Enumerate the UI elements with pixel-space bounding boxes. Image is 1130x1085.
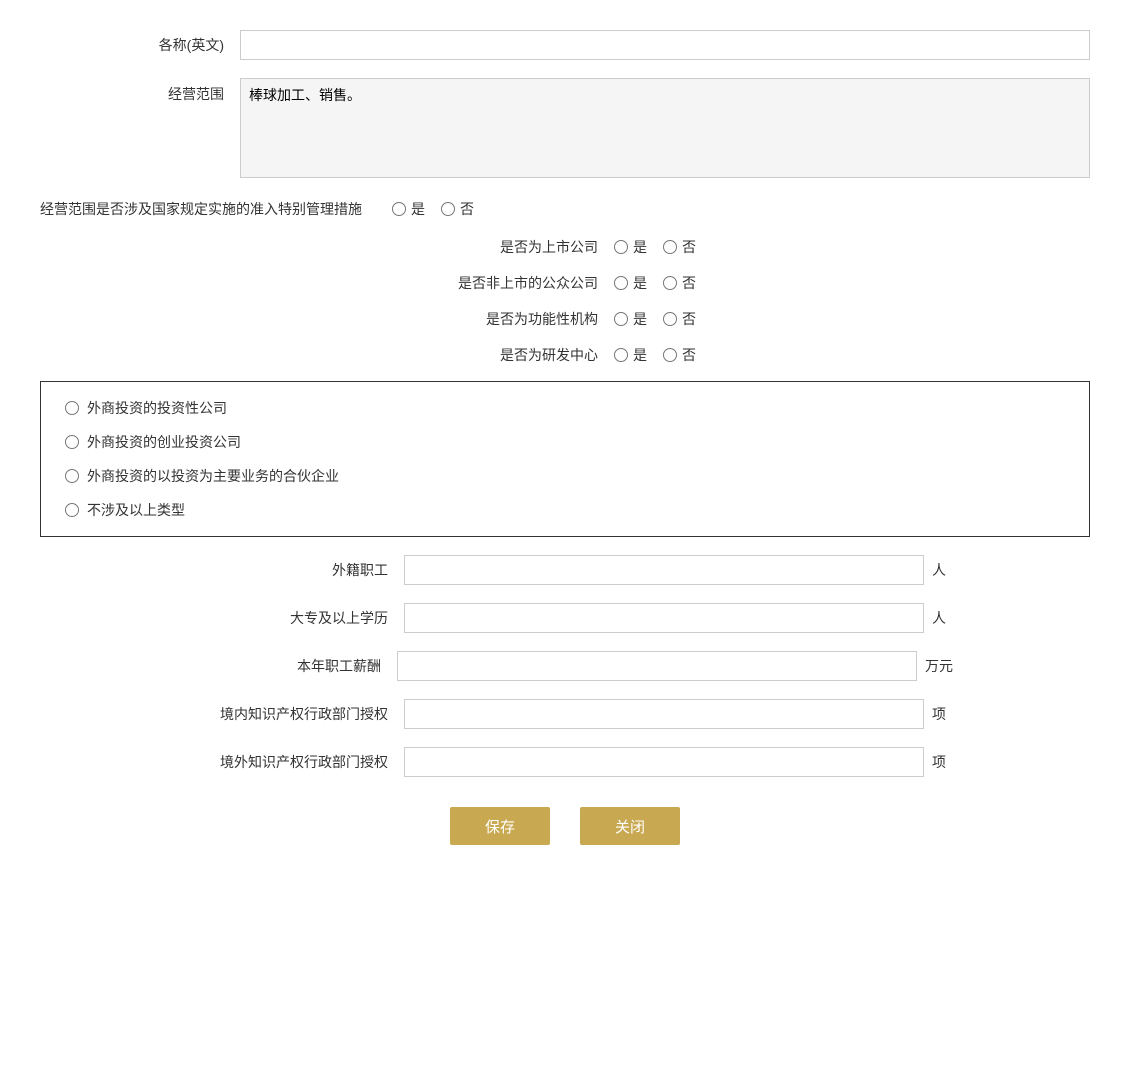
functional-no-item[interactable]: 否	[663, 309, 696, 329]
not-applicable-label[interactable]: 不涉及以上类型	[87, 500, 185, 520]
domestic-ip-input[interactable]	[404, 699, 924, 729]
non-listed-radio-group: 是 否	[614, 273, 696, 293]
investment-company-item[interactable]: 外商投资的投资性公司	[65, 398, 1065, 418]
foreign-ip-input[interactable]	[404, 747, 924, 777]
functional-yes-label[interactable]: 是	[633, 309, 647, 329]
name-en-label: 各称(英文)	[40, 35, 240, 55]
non-listed-yes-radio[interactable]	[614, 276, 628, 290]
special-management-yes-radio[interactable]	[392, 202, 406, 216]
venture-capital-item[interactable]: 外商投资的创业投资公司	[65, 432, 1065, 452]
non-listed-no-item[interactable]: 否	[663, 273, 696, 293]
non-listed-no-radio[interactable]	[663, 276, 677, 290]
rd-yes-radio[interactable]	[614, 348, 628, 362]
listed-yes-label[interactable]: 是	[633, 237, 647, 257]
listed-yes-item[interactable]: 是	[614, 237, 647, 257]
rd-no-radio[interactable]	[663, 348, 677, 362]
annual-salary-input[interactable]	[397, 651, 917, 681]
functional-org-radio-group: 是 否	[614, 309, 696, 329]
business-scope-row: 经营范围 棒球加工、销售。	[40, 78, 1090, 181]
listed-yes-radio[interactable]	[614, 240, 628, 254]
listed-no-item[interactable]: 否	[663, 237, 696, 257]
rd-yes-label[interactable]: 是	[633, 345, 647, 365]
special-management-no-label[interactable]: 否	[460, 199, 474, 219]
listed-no-radio[interactable]	[663, 240, 677, 254]
listed-company-row: 是否为上市公司 是 否	[40, 237, 1090, 257]
functional-no-label[interactable]: 否	[682, 309, 696, 329]
functional-yes-radio[interactable]	[614, 312, 628, 326]
special-management-no-radio[interactable]	[441, 202, 455, 216]
special-management-radio-group: 是 否	[392, 199, 474, 219]
venture-capital-label[interactable]: 外商投资的创业投资公司	[87, 432, 241, 452]
form-container: 各称(英文) 经营范围 棒球加工、销售。 经营范围是否涉及国家规定实施的准入特别…	[40, 20, 1090, 855]
foreign-staff-row: 外籍职工 人	[40, 555, 1090, 585]
special-management-yes-item[interactable]: 是	[392, 199, 425, 219]
college-above-unit: 人	[932, 608, 946, 628]
non-listed-yes-label[interactable]: 是	[633, 273, 647, 293]
college-above-input[interactable]	[404, 603, 924, 633]
close-button[interactable]: 关闭	[580, 807, 680, 845]
listed-company-label: 是否为上市公司	[434, 237, 614, 257]
domestic-ip-label: 境内知识产权行政部门授权	[184, 704, 404, 724]
functional-org-row: 是否为功能性机构 是 否	[40, 309, 1090, 329]
name-en-row: 各称(英文)	[40, 30, 1090, 60]
save-button[interactable]: 保存	[450, 807, 550, 845]
non-listed-label: 是否非上市的公众公司	[434, 273, 614, 293]
annual-salary-row: 本年职工薪酬 万元	[40, 651, 1090, 681]
foreign-ip-row: 境外知识产权行政部门授权 项	[40, 747, 1090, 777]
domestic-ip-unit: 项	[932, 704, 946, 724]
non-listed-no-label[interactable]: 否	[682, 273, 696, 293]
investment-company-label[interactable]: 外商投资的投资性公司	[87, 398, 227, 418]
domestic-ip-row: 境内知识产权行政部门授权 项	[40, 699, 1090, 729]
partnership-label[interactable]: 外商投资的以投资为主要业务的合伙企业	[87, 466, 339, 486]
listed-no-label[interactable]: 否	[682, 237, 696, 257]
non-listed-row: 是否非上市的公众公司 是 否	[40, 273, 1090, 293]
foreign-staff-unit: 人	[932, 560, 946, 580]
rd-center-radio-group: 是 否	[614, 345, 696, 365]
functional-no-radio[interactable]	[663, 312, 677, 326]
foreign-ip-unit: 项	[932, 752, 946, 772]
not-applicable-radio[interactable]	[65, 503, 79, 517]
foreign-staff-input[interactable]	[404, 555, 924, 585]
listed-company-radio-group: 是 否	[614, 237, 696, 257]
special-management-row: 经营范围是否涉及国家规定实施的准入特别管理措施 是 否	[40, 199, 1090, 219]
college-above-row: 大专及以上学历 人	[40, 603, 1090, 633]
rd-center-row: 是否为研发中心 是 否	[40, 345, 1090, 365]
rd-yes-item[interactable]: 是	[614, 345, 647, 365]
foreign-staff-label: 外籍职工	[184, 560, 404, 580]
name-en-input[interactable]	[240, 30, 1090, 60]
rd-no-label[interactable]: 否	[682, 345, 696, 365]
not-applicable-item[interactable]: 不涉及以上类型	[65, 500, 1065, 520]
investment-company-radio[interactable]	[65, 401, 79, 415]
special-management-label: 经营范围是否涉及国家规定实施的准入特别管理措施	[40, 199, 392, 219]
business-scope-label: 经营范围	[40, 78, 240, 104]
venture-capital-radio[interactable]	[65, 435, 79, 449]
rd-center-label: 是否为研发中心	[434, 345, 614, 365]
non-listed-yes-item[interactable]: 是	[614, 273, 647, 293]
functional-yes-item[interactable]: 是	[614, 309, 647, 329]
rd-no-item[interactable]: 否	[663, 345, 696, 365]
button-row: 保存 关闭	[40, 807, 1090, 845]
investment-type-section: 外商投资的投资性公司 外商投资的创业投资公司 外商投资的以投资为主要业务的合伙企…	[40, 381, 1090, 537]
partnership-item[interactable]: 外商投资的以投资为主要业务的合伙企业	[65, 466, 1065, 486]
special-management-yes-label[interactable]: 是	[411, 199, 425, 219]
annual-salary-label: 本年职工薪酬	[177, 656, 397, 676]
partnership-radio[interactable]	[65, 469, 79, 483]
foreign-ip-label: 境外知识产权行政部门授权	[184, 752, 404, 772]
annual-salary-unit: 万元	[925, 656, 953, 676]
special-management-no-item[interactable]: 否	[441, 199, 474, 219]
business-scope-textarea[interactable]: 棒球加工、销售。	[240, 78, 1090, 178]
functional-org-label: 是否为功能性机构	[434, 309, 614, 329]
business-scope-wrapper: 棒球加工、销售。	[240, 78, 1090, 181]
college-above-label: 大专及以上学历	[184, 608, 404, 628]
